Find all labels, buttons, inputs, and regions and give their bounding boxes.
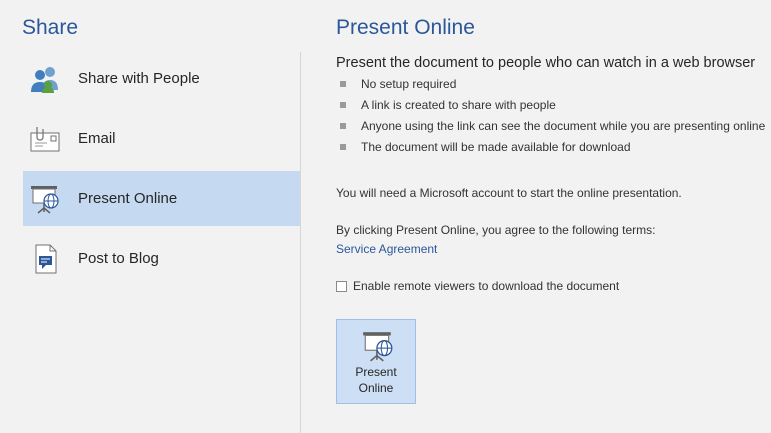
bullet-square-icon [340, 102, 346, 108]
pane-title: Present Online [336, 16, 475, 39]
bullet-text: The document will be made available for … [361, 140, 631, 154]
present-online-icon [361, 330, 395, 362]
present-online-pane: Present Online Present the document to p… [336, 0, 771, 433]
button-label-line: Present [355, 365, 397, 379]
bullet-text: A link is created to share with people [361, 98, 556, 112]
bullet-text: No setup required [361, 77, 457, 91]
bullet-square-icon [340, 123, 346, 129]
present-online-button[interactable]: Present Online [336, 319, 416, 404]
share-nav-pane: Share Share with People Email Present On… [0, 0, 300, 433]
blog-icon [29, 244, 61, 274]
email-icon [29, 124, 61, 154]
checkbox-label: Enable remote viewers to download the do… [353, 279, 620, 293]
bullet-text: Anyone using the link can see the docume… [361, 119, 766, 133]
share-item-label: Present Online [78, 190, 178, 207]
share-options-list: Share with People Email Present Online P… [23, 51, 300, 291]
enable-download-checkbox[interactable] [336, 280, 347, 292]
share-item-label: Share with People [78, 70, 200, 87]
terms-note: By clicking Present Online, you agree to… [336, 223, 656, 237]
remote-download-option[interactable]: Enable remote viewers to download the do… [336, 279, 619, 293]
section-title: Share [22, 16, 79, 39]
list-item: The document will be made available for … [336, 139, 765, 160]
pane-divider [300, 52, 301, 433]
list-item: Anyone using the link can see the docume… [336, 118, 765, 139]
share-item-post-to-blog[interactable]: Post to Blog [23, 231, 300, 286]
people-icon [29, 64, 61, 94]
present-online-button-label: Present Online [337, 364, 415, 396]
service-agreement-link[interactable]: Service Agreement [336, 242, 437, 256]
share-item-email[interactable]: Email [23, 111, 300, 166]
share-item-share-with-people[interactable]: Share with People [23, 51, 300, 106]
feature-bullet-list: No setup required A link is created to s… [336, 76, 765, 160]
button-label-line: Online [358, 381, 394, 395]
intro-text: Present the document to people who can w… [336, 55, 756, 71]
present-online-icon [29, 184, 61, 214]
share-item-present-online[interactable]: Present Online [23, 171, 300, 226]
bullet-square-icon [340, 144, 346, 150]
list-item: A link is created to share with people [336, 97, 765, 118]
share-item-label: Post to Blog [78, 250, 159, 267]
bullet-square-icon [340, 81, 346, 87]
account-note: You will need a Microsoft account to sta… [336, 186, 682, 200]
share-item-label: Email [78, 130, 116, 147]
list-item: No setup required [336, 76, 765, 97]
